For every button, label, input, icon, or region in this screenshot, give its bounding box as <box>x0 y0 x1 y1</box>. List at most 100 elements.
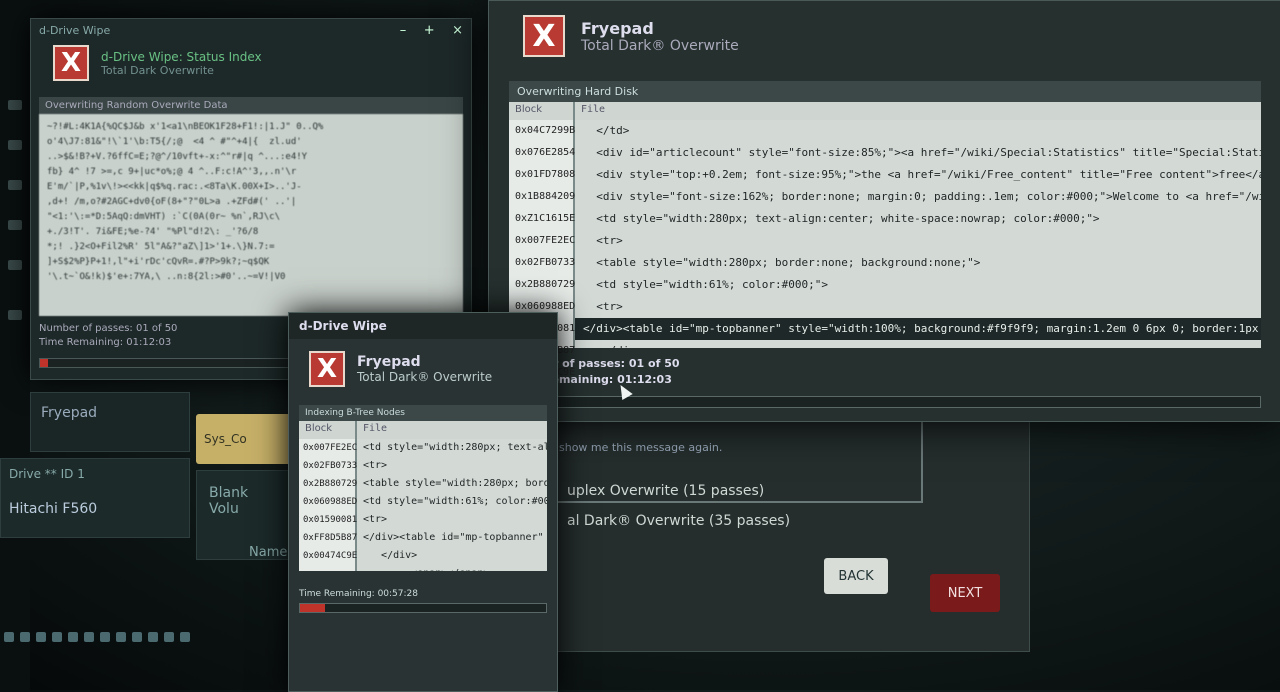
option-total-dark-overwrite[interactable]: al Dark® Overwrite (35 passes) <box>567 513 790 529</box>
file-line: <table style="width:280px; bord <box>363 478 547 489</box>
rail-icon[interactable] <box>8 140 22 150</box>
progress-bar <box>299 603 547 613</box>
app-name: Fryepad <box>581 18 654 38</box>
file-line: <table style="width:280px; border:none; … <box>583 256 981 269</box>
time-remaining: Time Remaining: 00:57:28 <box>299 589 418 599</box>
fryepad-logo-icon: X <box>309 351 345 387</box>
next-button[interactable]: NEXT <box>930 574 1000 612</box>
wipe-options-dialog: show me this message again. uplex Overwr… <box>548 420 1030 652</box>
fryepad-logo-icon: X <box>523 15 565 57</box>
fryepad-label: Fryepad <box>41 405 98 421</box>
block-file-table: Block 0x007FE2EC 0x02FB0733 0x2B880729 0x06… <box>299 421 547 571</box>
back-button[interactable]: BACK <box>824 558 888 594</box>
file-column: File </td> <div id="articlecount" style=… <box>575 102 1261 348</box>
block-address: 0x076E2854 <box>515 147 576 158</box>
rail-icon[interactable] <box>8 100 22 110</box>
minimize-button[interactable]: – <box>400 23 407 38</box>
file-column-header: File <box>357 421 547 439</box>
section-header: Indexing B-Tree Nodes <box>299 405 547 421</box>
section-header: Overwriting Random Overwrite Data <box>39 97 463 114</box>
rail-icon[interactable] <box>8 260 22 270</box>
fryepad-logo-icon: X <box>53 45 89 81</box>
taskbar-icon[interactable] <box>68 632 78 642</box>
overwrite-window: X Fryepad Total Dark® Overwrite Overwrit… <box>488 0 1280 422</box>
file-line: <span></span> <box>357 565 547 571</box>
file-line: <div id="articlecount" style="font-size:… <box>583 146 1261 159</box>
block-column-header: Block <box>299 421 355 439</box>
file-line: </td> <box>583 124 630 137</box>
taskbar-icon[interactable] <box>20 632 30 642</box>
sys-label: Sys_Co <box>204 432 247 446</box>
block-column-header: Block <box>509 102 573 120</box>
drive-tile[interactable]: Drive ** ID 1 Hitachi F560 <box>0 458 190 538</box>
block-address: 0x007FE2EC <box>303 443 358 453</box>
taskbar-icon[interactable] <box>36 632 46 642</box>
block-address: 0x04C7299B <box>515 125 576 136</box>
titlebar: d-Drive Wipe – + × <box>31 19 471 41</box>
close-button[interactable]: × <box>452 23 463 38</box>
file-line: <td style="width:280px; text-align:cente… <box>583 212 1100 225</box>
taskbar-icon[interactable] <box>132 632 142 642</box>
progress-fill <box>40 359 49 367</box>
sys-volume-tile[interactable]: Sys_Co <box>196 414 291 464</box>
maximize-button[interactable]: + <box>424 23 435 38</box>
block-address: 0x1B884209 <box>515 191 576 202</box>
taskbar-icon[interactable] <box>4 632 14 642</box>
file-line: <td style="width:280px; text-al <box>363 442 547 453</box>
window-title: d-Drive Wipe <box>299 319 387 333</box>
section-header: Overwriting Hard Disk <box>509 81 1261 102</box>
block-address: 0xZ1C1615E <box>515 213 576 224</box>
taskbar-icon[interactable] <box>84 632 94 642</box>
taskbar-icon[interactable] <box>164 632 174 642</box>
file-line: <div style="font-size:162%; border:none;… <box>583 190 1261 203</box>
file-line: <tr> <box>363 460 388 471</box>
file-line: <tr> <box>583 300 623 313</box>
blank-volume-label: Blank Volu <box>209 485 249 517</box>
rail-icon[interactable] <box>8 180 22 190</box>
indexing-window: d-Drive Wipe X Fryepad Total Dark® Overw… <box>288 312 558 692</box>
file-line: </div><table id="mp-topbanner" style="wi… <box>575 318 1261 340</box>
block-address: 0x2B880729 <box>303 479 358 489</box>
block-address: 0x060988ED <box>303 497 358 507</box>
method-name: Total Dark® Overwrite <box>581 37 739 54</box>
block-address: 0x02FB0733 <box>303 461 358 471</box>
progress-fill <box>300 604 325 612</box>
file-line: </div> <box>575 340 1261 348</box>
taskbar-icon[interactable] <box>100 632 110 642</box>
show-again-message[interactable]: show me this message again. <box>559 441 722 454</box>
file-line: <tr> <box>363 514 388 525</box>
rail-icon[interactable] <box>8 310 22 320</box>
taskbar-icon[interactable] <box>116 632 126 642</box>
file-line: <td style="width:61%; color:#000;"> <box>583 278 829 291</box>
block-address: 0x01590081 <box>303 515 358 525</box>
blank-volume-tile[interactable]: Blank Volu Name <box>196 470 291 560</box>
option-dod-overwrite[interactable]: uplex Overwrite (15 passes) <box>567 483 764 499</box>
window-title: d-Drive Wipe <box>39 23 111 37</box>
passes-count: Number of passes: 01 of 50 <box>509 357 680 370</box>
block-column: Block 0x007FE2EC 0x02FB0733 0x2B880729 0x06… <box>299 421 357 571</box>
block-address: 0x00474C9E <box>303 551 358 561</box>
drive-label: Drive ** ID 1 <box>9 467 85 481</box>
left-rail <box>0 0 30 690</box>
method-name: Total Dark® Overwrite <box>357 370 493 384</box>
file-line: <tr> <box>583 234 623 247</box>
fryepad-tile[interactable]: Fryepad <box>30 392 190 452</box>
overwrite-data-view: ~?!#L:4K1A{%QC$J&b x'1<a1\nBEOK1F28+F1!:… <box>39 114 463 316</box>
taskbar <box>0 626 204 648</box>
block-file-table: Block 0x04C7299B 0x076E2854 0x01FD7808 0x1B… <box>509 102 1261 378</box>
taskbar-icon[interactable] <box>52 632 62 642</box>
drive-name: Hitachi F560 <box>9 501 98 517</box>
file-line: <td style="width:61%; color:#00 <box>363 496 547 507</box>
blank-volume-name: Name <box>249 545 288 560</box>
file-line: </div> <box>363 550 418 561</box>
block-address: 0x007FE2EC <box>515 235 576 246</box>
app-name: Fryepad <box>357 354 421 370</box>
taskbar-icon[interactable] <box>180 632 190 642</box>
file-column-header: File <box>575 102 1261 120</box>
block-address: 0x01FD7808 <box>515 169 576 180</box>
block-address: 0x2B880729 <box>515 279 576 290</box>
block-address: 0xFF8D5B87 <box>303 533 358 543</box>
rail-icon[interactable] <box>8 220 22 230</box>
file-column: File <td style="width:280px; text-al <tr>… <box>357 421 547 571</box>
taskbar-icon[interactable] <box>148 632 158 642</box>
